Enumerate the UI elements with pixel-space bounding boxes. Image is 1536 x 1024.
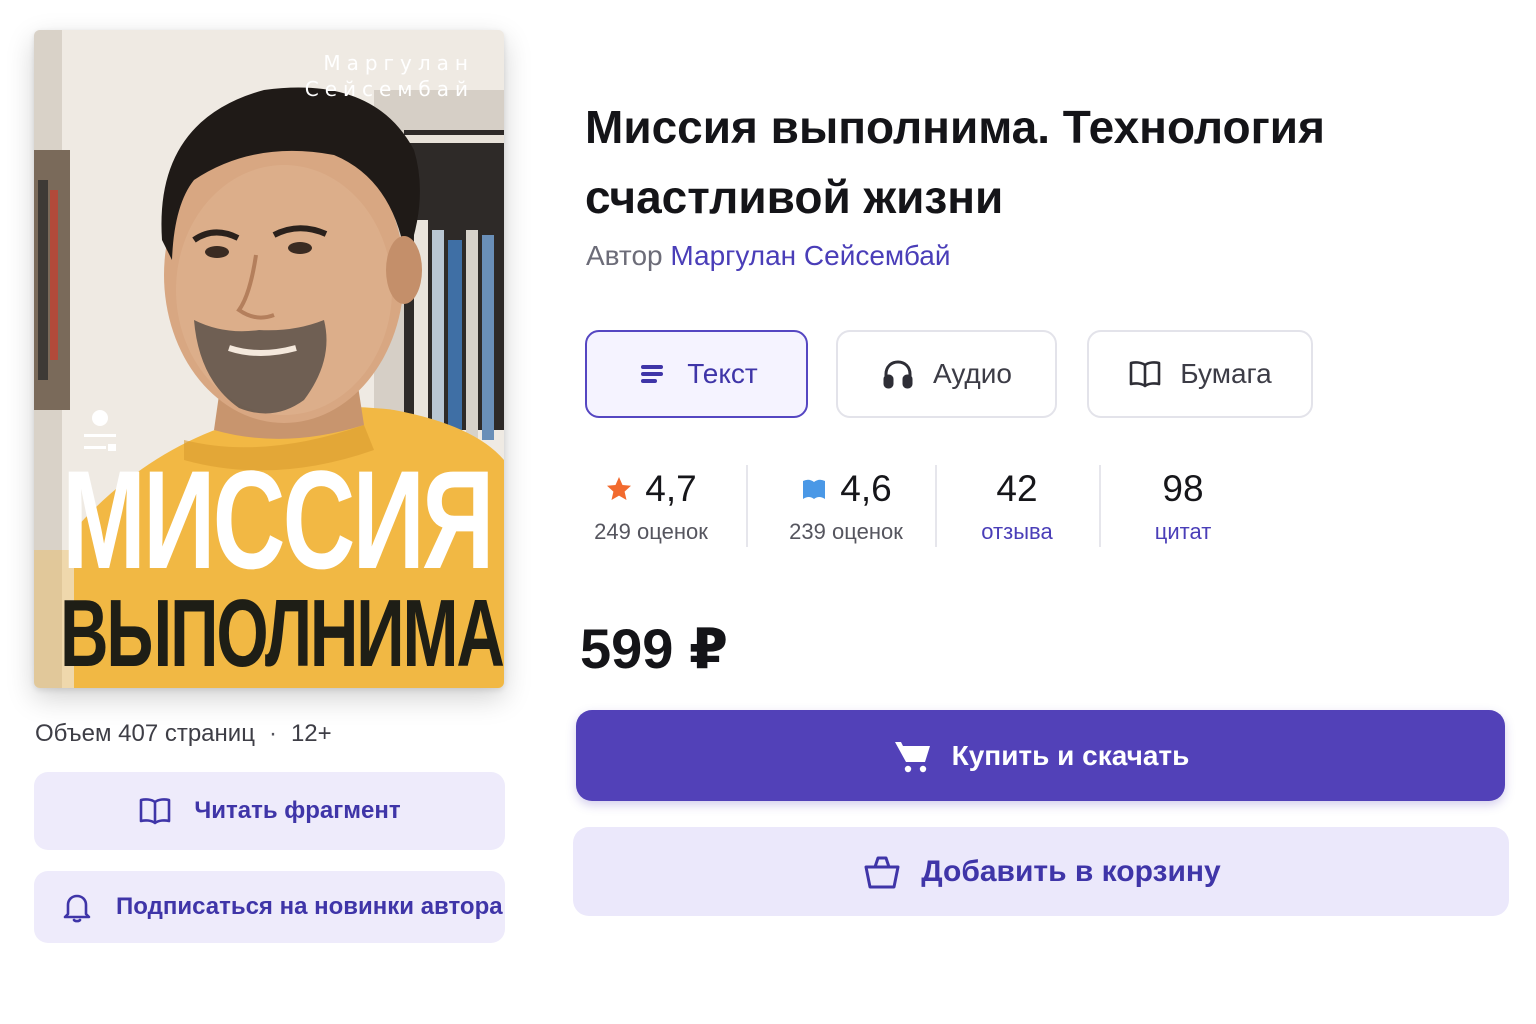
buy-and-download-button[interactable]: Купить и скачать bbox=[576, 710, 1505, 801]
reviews-count: 42 bbox=[996, 468, 1038, 509]
rating-value: 4,6 bbox=[840, 468, 892, 509]
stat-divider bbox=[746, 465, 748, 547]
buy-label: Купить и скачать bbox=[951, 739, 1190, 771]
stat-divider bbox=[1099, 465, 1101, 547]
book-page: Маргулан Сейсембай МИССИЯ ВЫПОЛНИМА Объе… bbox=[0, 0, 1536, 1024]
author-link[interactable]: Маргулан Сейсембай bbox=[670, 240, 950, 271]
age-rating: 12+ bbox=[290, 720, 332, 747]
format-label-paper: Бумага bbox=[1180, 358, 1272, 389]
reviews-link[interactable]: отзыва bbox=[970, 516, 1064, 548]
bookmark-icon bbox=[800, 475, 828, 503]
shopping-cart-icon bbox=[892, 735, 934, 777]
rating-count: 239 оценок bbox=[789, 519, 903, 544]
read-fragment-button[interactable]: Читать фрагмент bbox=[34, 772, 505, 850]
rating-value: 4,7 bbox=[645, 468, 697, 509]
subscribe-author-button[interactable]: Подписаться на новинки автора bbox=[34, 871, 505, 943]
book-title: Миссия выполнима. Технология счастливой … bbox=[585, 101, 1325, 223]
add-to-cart-label: Добавить в корзину bbox=[921, 854, 1221, 888]
rating-litres[interactable]: 4,7 249 оценок bbox=[585, 462, 717, 552]
price: 599 ₽ bbox=[580, 617, 728, 680]
headphones-icon bbox=[881, 357, 915, 391]
quotes-link[interactable]: цитат bbox=[1140, 516, 1226, 548]
open-book-icon bbox=[138, 794, 172, 828]
lines-icon bbox=[635, 357, 669, 391]
read-fragment-label: Читать фрагмент bbox=[194, 797, 401, 824]
format-label-text: Текст bbox=[687, 358, 758, 389]
page-count: Объем 407 страниц bbox=[35, 720, 255, 747]
book-meta: Объем 407 страниц · 12+ bbox=[35, 718, 332, 750]
rating-livelib[interactable]: 4,6 239 оценок bbox=[778, 462, 914, 552]
subscribe-label: Подписаться на новинки автора bbox=[116, 893, 503, 920]
quotes-count: 98 bbox=[1162, 468, 1204, 509]
cover-title-line-1: МИССИЯ bbox=[62, 441, 495, 598]
rating-count: 249 оценок bbox=[594, 519, 708, 544]
add-to-cart-button[interactable]: Добавить в корзину bbox=[573, 827, 1509, 916]
format-tab-text[interactable]: Текст bbox=[585, 330, 808, 418]
author-prefix: Автор bbox=[586, 240, 663, 271]
basket-icon bbox=[861, 851, 903, 893]
book-cover[interactable]: Маргулан Сейсембай МИССИЯ ВЫПОЛНИМА bbox=[34, 30, 504, 688]
stat-divider bbox=[935, 465, 937, 547]
book-author: Автор Маргулан Сейсембай bbox=[586, 236, 950, 276]
format-tab-paper[interactable]: Бумага bbox=[1087, 330, 1313, 418]
format-label-audio: Аудио bbox=[933, 358, 1012, 389]
cover-author-line-2: Сейсембай bbox=[304, 77, 474, 101]
open-book-icon bbox=[1128, 357, 1162, 391]
reviews-stat[interactable]: 42 отзыва bbox=[970, 462, 1064, 552]
quotes-stat[interactable]: 98 цитат bbox=[1140, 462, 1226, 552]
meta-separator: · bbox=[268, 720, 277, 747]
cover-title-line-2: ВЫПОЛНИМА bbox=[60, 580, 504, 687]
star-icon bbox=[605, 475, 633, 503]
cover-author-line-1: Маргулан bbox=[323, 51, 474, 75]
cover-author-name: Маргулан Сейсембай bbox=[274, 50, 474, 102]
bell-icon bbox=[60, 890, 94, 924]
format-tab-audio[interactable]: Аудио bbox=[836, 330, 1057, 418]
